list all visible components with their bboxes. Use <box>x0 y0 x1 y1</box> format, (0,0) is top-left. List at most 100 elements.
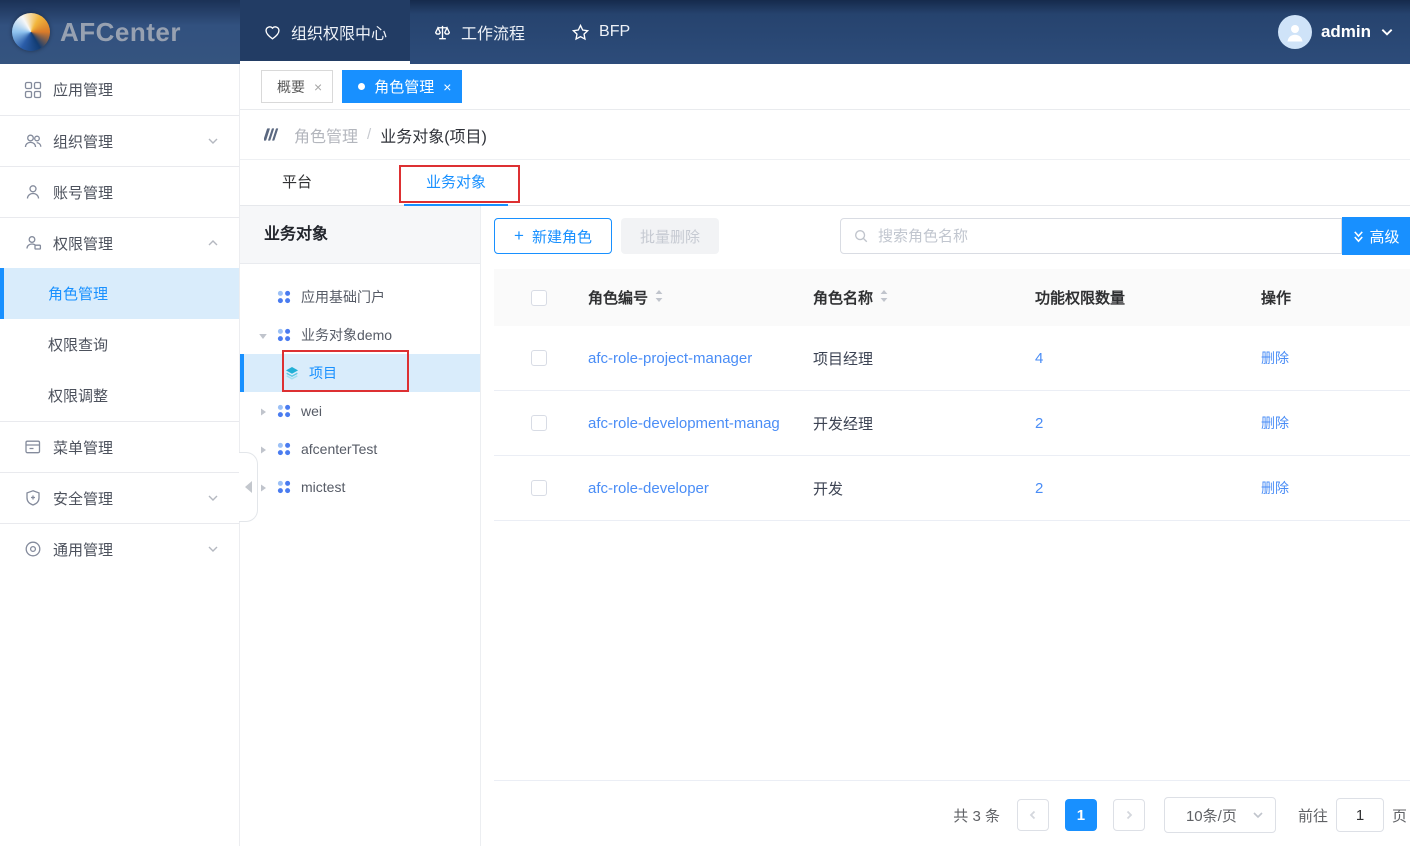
perm-count-link[interactable]: 2 <box>1035 480 1261 497</box>
delete-link[interactable]: 删除 <box>1261 478 1410 498</box>
nav-item-workflow[interactable]: 工作流程 <box>410 0 548 64</box>
person-outline-icon <box>24 183 42 201</box>
plus-icon: + <box>514 226 524 246</box>
brand: AFCenter <box>0 0 240 64</box>
chevron-left-icon <box>1027 809 1039 821</box>
select-all-checkbox[interactable] <box>531 290 547 306</box>
advanced-search-button[interactable]: 高级 <box>1342 217 1410 255</box>
sort-icon[interactable] <box>879 289 889 307</box>
goto-page-input[interactable] <box>1336 798 1384 832</box>
table-row: afc-role-development-manag 开发经理 2 删除 <box>494 391 1410 456</box>
breadcrumb-parent[interactable]: 角色管理 <box>294 123 358 147</box>
collapse-arrow-icon <box>245 481 252 493</box>
nav-item-label: 组织权限中心 <box>291 20 387 44</box>
chevron-down-icon <box>1380 25 1394 39</box>
new-role-button[interactable]: + 新建角色 <box>494 218 612 254</box>
avatar <box>1278 15 1312 49</box>
role-name: 开发 <box>813 478 1035 499</box>
sidebar-item-account-management[interactable]: 账号管理 <box>0 166 239 217</box>
next-page-button[interactable] <box>1113 799 1145 831</box>
delete-link[interactable]: 删除 <box>1261 413 1410 433</box>
sort-icon[interactable] <box>654 289 664 307</box>
batch-delete-button[interactable]: 批量删除 <box>621 218 719 254</box>
nav-item-bfp[interactable]: BFP <box>548 0 653 64</box>
caret-right-icon[interactable] <box>257 443 269 455</box>
sidebar-item-menu-management[interactable]: 菜单管理 <box>0 421 239 472</box>
column-header-role-name[interactable]: 角色名称 <box>813 287 873 308</box>
person-badge-icon <box>24 234 42 252</box>
row-checkbox[interactable] <box>531 350 547 366</box>
star-icon <box>571 23 590 42</box>
sidebar-item-app-management[interactable]: 应用管理 <box>0 64 239 115</box>
subtab-platform[interactable]: 平台 <box>260 160 334 205</box>
pagination: 共 3 条 1 10条/页 前往 页 <box>953 794 1407 836</box>
app-dots-icon <box>276 403 292 419</box>
sidebar-item-permission-query[interactable]: 权限查询 <box>0 319 239 370</box>
delete-link[interactable]: 删除 <box>1261 348 1410 368</box>
table-toolbar: + 新建角色 批量删除 高级 <box>494 218 1410 255</box>
sidebar-collapse-handle[interactable] <box>239 452 258 522</box>
tree-item-mictest[interactable]: mictest <box>240 468 480 506</box>
tree-item-wei[interactable]: wei <box>240 392 480 430</box>
scale-icon <box>433 23 452 42</box>
close-icon[interactable]: × <box>314 80 322 94</box>
prev-page-button[interactable] <box>1017 799 1049 831</box>
username: admin <box>1321 22 1371 42</box>
top-navbar: AFCenter 组织权限中心 工作流程 BFP admin <box>0 0 1410 64</box>
tree-item-business-object-demo[interactable]: 业务对象demo <box>240 316 480 354</box>
tree-panel-title: 业务对象 <box>240 206 480 264</box>
chevron-down-icon <box>207 135 219 147</box>
tab-role-management[interactable]: 角色管理 × <box>342 70 462 103</box>
chevron-down-icon <box>1252 809 1264 821</box>
subtab-business-object[interactable]: 业务对象 <box>404 160 508 205</box>
breadcrumb: 角色管理 / 业务对象(项目) <box>240 110 1410 160</box>
double-chevron-down-icon <box>1352 229 1365 244</box>
breadcrumb-separator: / <box>367 126 371 143</box>
top-nav-menu: 组织权限中心 工作流程 BFP <box>240 0 653 64</box>
page-size-select[interactable]: 10条/页 <box>1164 797 1276 833</box>
role-search-box <box>840 218 1342 254</box>
tree-item-afcentertest[interactable]: afcenterTest <box>240 430 480 468</box>
sidebar-item-permission-adjust[interactable]: 权限调整 <box>0 370 239 421</box>
app-dots-icon <box>276 479 292 495</box>
sidebar-item-permission-management[interactable]: 权限管理 <box>0 217 239 268</box>
document-icon <box>24 438 42 456</box>
caret-spacer <box>257 291 269 303</box>
sidebar-item-security-management[interactable]: 安全管理 <box>0 472 239 523</box>
role-table-panel: + 新建角色 批量删除 高级 角色编号 <box>481 206 1410 846</box>
tree-item-app-base-portal[interactable]: 应用基础门户 <box>240 278 480 316</box>
caret-right-icon[interactable] <box>257 481 269 493</box>
nav-item-label: BFP <box>599 23 630 41</box>
close-icon[interactable]: × <box>443 80 451 94</box>
search-input[interactable] <box>878 228 1341 245</box>
tab-overview[interactable]: 概要 × <box>261 70 333 103</box>
sidebar-item-general-management[interactable]: 通用管理 <box>0 523 239 574</box>
role-code-link[interactable]: afc-role-project-manager <box>588 350 813 367</box>
role-name: 开发经理 <box>813 413 1035 434</box>
chevron-up-icon <box>207 237 219 249</box>
goto-unit: 页 <box>1392 805 1407 826</box>
role-name: 项目经理 <box>813 348 1035 369</box>
caret-down-icon[interactable] <box>257 329 269 341</box>
person-icon <box>1283 20 1307 44</box>
table-row: afc-role-developer 开发 2 删除 <box>494 456 1410 521</box>
row-checkbox[interactable] <box>531 415 547 431</box>
page-number-current[interactable]: 1 <box>1065 799 1097 831</box>
tree-item-project[interactable]: 项目 <box>240 354 480 392</box>
nav-item-org-permission-center[interactable]: 组织权限中心 <box>240 0 410 64</box>
open-tabs-bar: 概要 × 角色管理 × <box>240 64 1410 110</box>
chevron-down-icon <box>207 543 219 555</box>
sidebar-item-role-management[interactable]: 角色管理 <box>0 268 239 319</box>
perm-count-link[interactable]: 4 <box>1035 350 1261 367</box>
column-header-actions: 操作 <box>1261 287 1291 308</box>
caret-right-icon[interactable] <box>257 405 269 417</box>
user-menu[interactable]: admin <box>1278 0 1410 64</box>
sidebar-item-org-management[interactable]: 组织管理 <box>0 115 239 166</box>
column-header-role-code[interactable]: 角色编号 <box>588 287 648 308</box>
nav-item-label: 工作流程 <box>461 20 525 44</box>
brand-name: AFCenter <box>60 17 181 48</box>
row-checkbox[interactable] <box>531 480 547 496</box>
role-code-link[interactable]: afc-role-development-manag <box>588 415 813 432</box>
perm-count-link[interactable]: 2 <box>1035 415 1261 432</box>
role-code-link[interactable]: afc-role-developer <box>588 480 813 497</box>
